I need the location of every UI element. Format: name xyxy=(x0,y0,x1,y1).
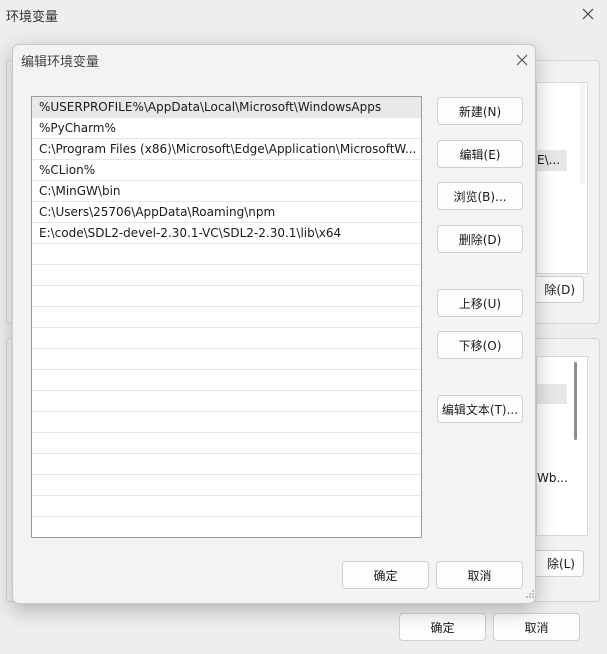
system-variables-scrollbar[interactable] xyxy=(574,362,577,440)
new-button[interactable]: 新建(N) xyxy=(437,97,523,125)
ok-label: 确定 xyxy=(430,620,455,635)
list-item[interactable]: %USERPROFILE%\AppData\Local\Microsoft\Wi… xyxy=(32,97,421,118)
empty-row xyxy=(32,454,421,475)
close-icon[interactable] xyxy=(578,4,598,24)
user-variable-fragment: E\... xyxy=(537,153,561,167)
cancel-button[interactable]: 取消 xyxy=(493,613,580,641)
edit-text-label: 编辑文本(T)... xyxy=(441,402,519,417)
list-item[interactable]: C:\MinGW\bin xyxy=(32,181,421,202)
browse-button[interactable]: 浏览(B)... xyxy=(437,182,523,210)
system-delete-label: 除(L) xyxy=(546,557,575,571)
empty-row xyxy=(32,412,421,433)
list-item[interactable]: %CLion% xyxy=(32,160,421,181)
system-variable-fragment: Wb... xyxy=(537,471,568,485)
empty-row xyxy=(32,328,421,349)
empty-row xyxy=(32,307,421,328)
move-up-button[interactable]: 上移(U) xyxy=(437,289,523,317)
list-item[interactable]: E:\code\SDL2-devel-2.30.1-VC\SDL2-2.30.1… xyxy=(32,223,421,244)
dialog-title: 编辑环境变量 xyxy=(21,55,100,70)
empty-row xyxy=(32,517,421,537)
resize-grip-icon[interactable] xyxy=(525,589,535,599)
empty-row xyxy=(32,370,421,391)
empty-row xyxy=(32,475,421,496)
new-label: 新建(N) xyxy=(458,104,502,119)
delete-button[interactable]: 删除(D) xyxy=(437,225,523,253)
list-item[interactable]: C:\Users\25706\AppData\Roaming\npm xyxy=(32,202,421,223)
empty-row xyxy=(32,433,421,454)
window-title: 环境变量 xyxy=(6,10,59,25)
move-down-label: 下移(O) xyxy=(458,338,502,353)
dialog-close-icon[interactable] xyxy=(513,51,531,69)
edit-text-button[interactable]: 编辑文本(T)... xyxy=(437,395,523,423)
system-variables-list[interactable] xyxy=(536,356,588,536)
edit-label: 编辑(E) xyxy=(459,147,501,162)
cancel-label: 取消 xyxy=(524,620,549,635)
user-variables-scrollbar[interactable] xyxy=(580,84,585,184)
dialog-cancel-button[interactable]: 取消 xyxy=(436,561,523,589)
empty-row xyxy=(32,244,421,265)
path-entries-list[interactable]: %USERPROFILE%\AppData\Local\Microsoft\Wi… xyxy=(31,96,422,538)
empty-row xyxy=(32,349,421,370)
edit-env-variable-dialog: 编辑环境变量 %USERPROFILE%\AppData\Local\Micro… xyxy=(12,44,536,604)
dialog-ok-button[interactable]: 确定 xyxy=(342,561,429,589)
user-delete-label: 除(D) xyxy=(544,283,575,297)
move-down-button[interactable]: 下移(O) xyxy=(437,331,523,359)
system-variable-selected-row[interactable] xyxy=(537,384,567,404)
dialog-cancel-label: 取消 xyxy=(467,568,492,583)
empty-row xyxy=(32,265,421,286)
dialog-ok-label: 确定 xyxy=(373,568,398,583)
empty-row xyxy=(32,391,421,412)
move-up-label: 上移(U) xyxy=(458,296,502,311)
list-item[interactable]: C:\Program Files (x86)\Microsoft\Edge\Ap… xyxy=(32,139,421,160)
ok-button[interactable]: 确定 xyxy=(399,613,486,641)
delete-label: 删除(D) xyxy=(458,232,502,247)
empty-row xyxy=(32,286,421,307)
browse-label: 浏览(B)... xyxy=(453,189,507,204)
empty-row xyxy=(32,496,421,517)
edit-button[interactable]: 编辑(E) xyxy=(437,140,523,168)
list-item[interactable]: %PyCharm% xyxy=(32,118,421,139)
